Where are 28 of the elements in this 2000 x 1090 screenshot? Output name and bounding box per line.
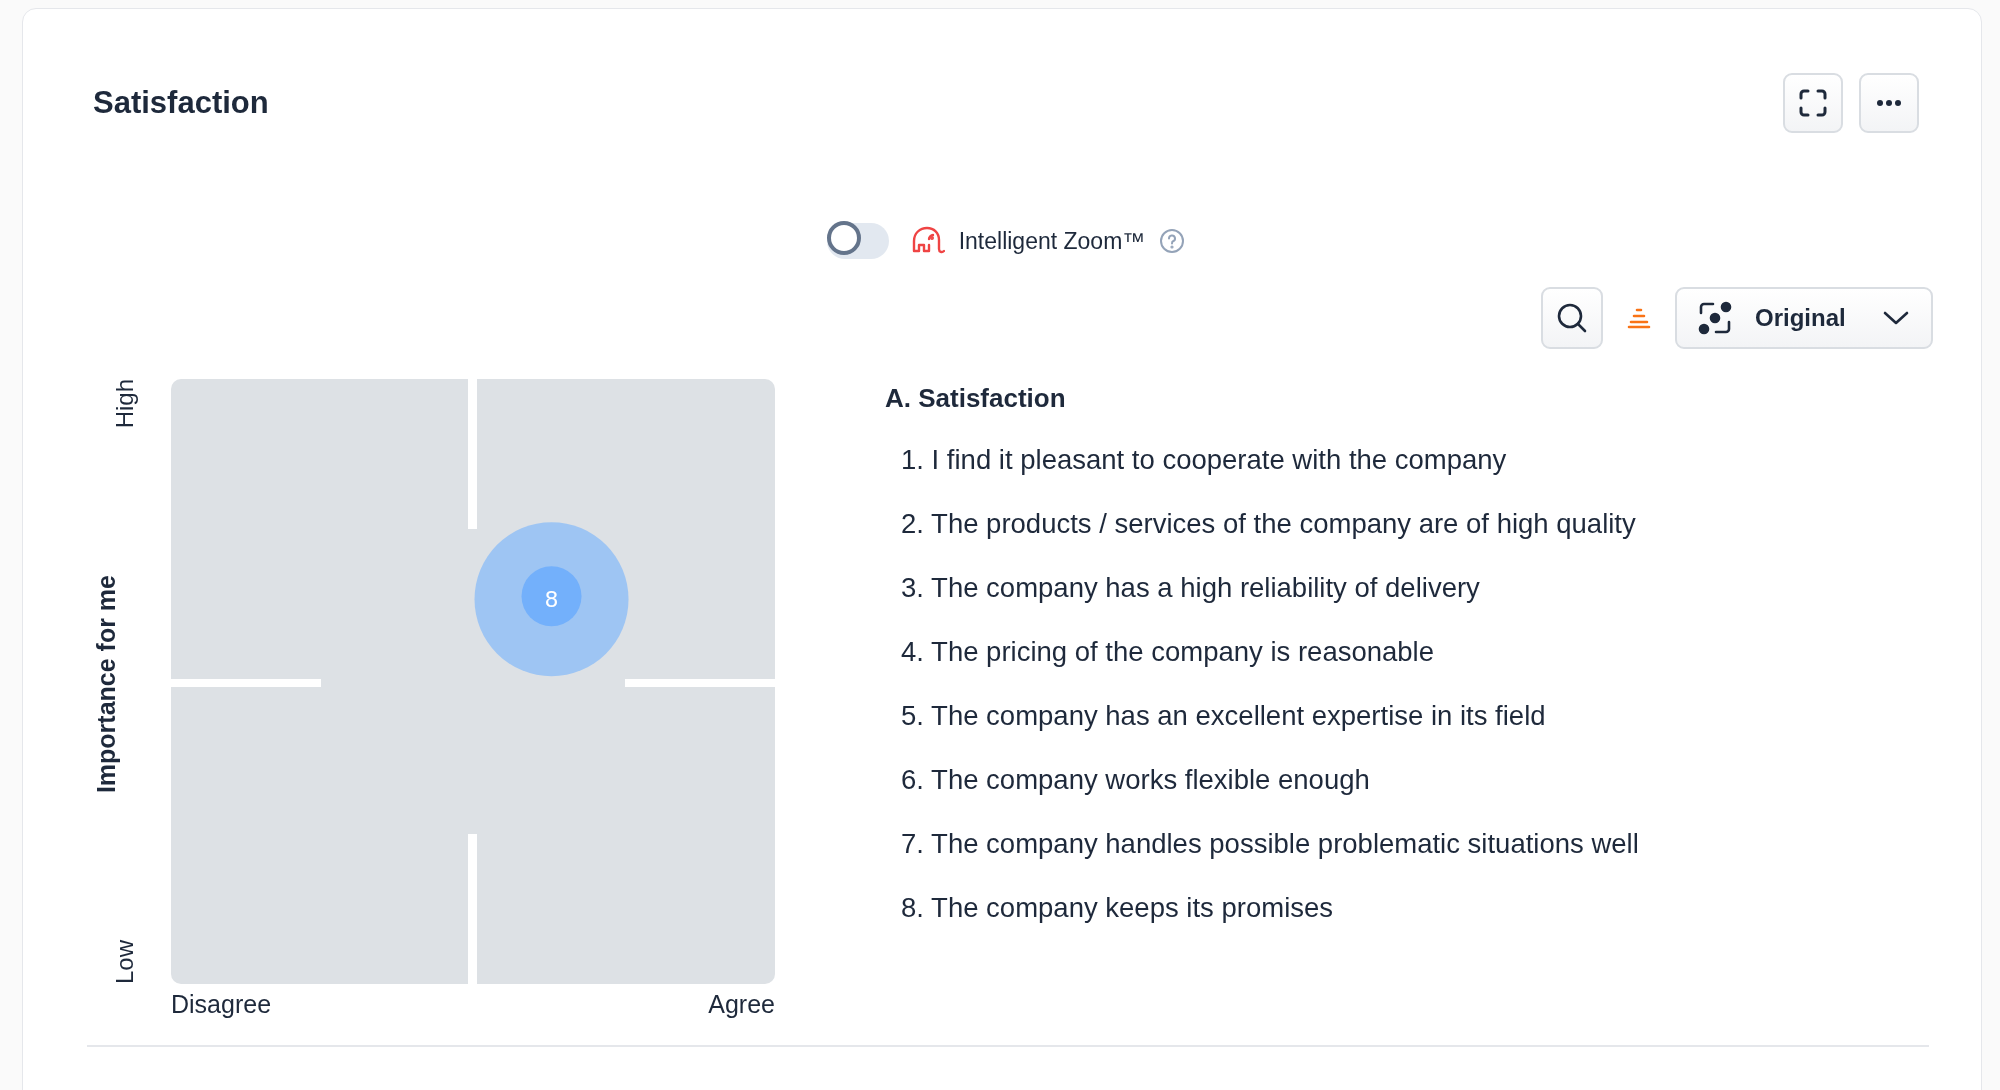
legend-heading: A. Satisfaction bbox=[885, 383, 1067, 414]
help-icon[interactable] bbox=[1159, 228, 1186, 254]
intelligent-zoom-label: Intelligent Zoom™ bbox=[958, 227, 1146, 255]
axis-label: High bbox=[111, 379, 139, 429]
axis-title: Importance for me bbox=[91, 575, 121, 794]
more-options-button[interactable] bbox=[1859, 73, 1919, 133]
legend-item: 4. The pricing of the company is reasonable bbox=[901, 636, 1435, 669]
scatter-view-icon bbox=[1697, 300, 1733, 336]
legend-item: 7. The company handles possible problematic situations well bbox=[901, 828, 1639, 861]
view-dropdown[interactable]: Original bbox=[1675, 287, 1933, 349]
legend-item: 2. The products / services of the company are of high quality bbox=[901, 508, 1637, 541]
toggle-switch[interactable] bbox=[826, 223, 889, 259]
sort-icon[interactable] bbox=[1627, 307, 1651, 329]
legend-item: 6. The company works flexible enough bbox=[901, 764, 1371, 797]
axis-label: Agree bbox=[708, 990, 775, 1019]
legend-item: 3. The company has a high reliability of delivery bbox=[901, 572, 1481, 605]
legend-item: 5. The company has an excellent expertise in its field bbox=[901, 700, 1547, 733]
legend-item: 8. The company keeps its promises bbox=[901, 892, 1335, 925]
search-icon bbox=[1555, 301, 1589, 335]
axis-label: Low bbox=[111, 939, 139, 984]
chevron-down-icon bbox=[1881, 309, 1911, 327]
legend-item: 1. I find it pleasant to cooperate with the company bbox=[901, 444, 1508, 477]
search-button[interactable] bbox=[1541, 287, 1603, 349]
card-title: Satisfaction bbox=[93, 85, 269, 121]
axis-label: Disagree bbox=[171, 990, 272, 1019]
fullscreen-icon bbox=[1798, 88, 1828, 118]
more-icon bbox=[1877, 100, 1901, 106]
fullscreen-button[interactable] bbox=[1783, 73, 1843, 133]
